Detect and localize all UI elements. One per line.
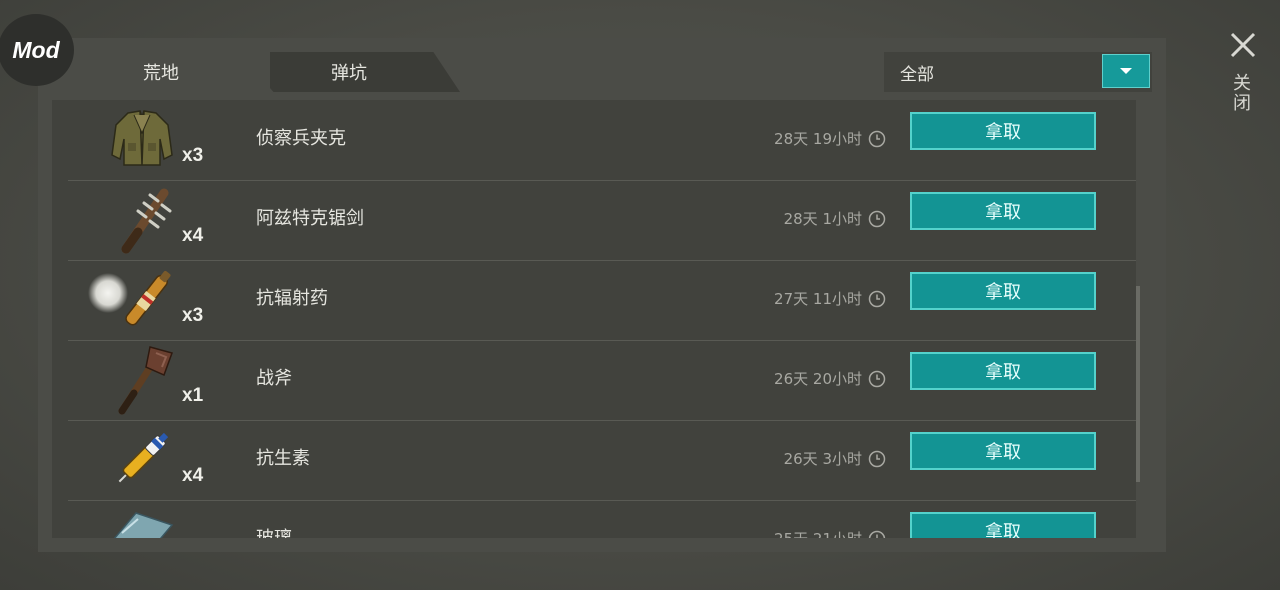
list-item: 玻璃 25天 21小时 拿取 [68,500,1136,538]
take-button[interactable]: 拿取 [910,512,1096,538]
list-item: x3 抗辐射药 27天 11小时 拿取 [68,260,1136,341]
item-quantity: x3 [182,145,204,166]
spiked-club-icon [121,188,172,254]
chevron-down-icon [1120,68,1132,74]
time-remaining: 28天 1小时 [783,210,862,228]
item-time: 25天 21小时 [774,528,886,538]
item-time: 28天 19小时 [774,128,886,149]
time-remaining: 28天 19小时 [774,130,862,148]
item-time: 26天 3小时 [784,448,886,469]
glass-icon [113,512,174,538]
time-remaining: 25天 21小时 [774,528,862,538]
list-item: x4 抗生素 26天 3小时 拿取 [68,420,1136,501]
item-list[interactable]: x3 侦察兵夹克 28天 19小时 拿取 x4 阿兹特克锯剑 28天 1小时 拿… [52,100,1136,538]
syringe-icon [118,432,169,483]
tab-wasteland[interactable]: 荒地 [52,52,270,92]
list-item: x3 侦察兵夹克 28天 19小时 拿取 [68,100,1136,181]
take-button[interactable]: 拿取 [910,272,1096,310]
clock-icon [868,130,886,147]
item-name: 战斧 [256,368,292,389]
clock-icon [868,210,886,227]
item-quantity: x4 [182,465,204,486]
take-button[interactable]: 拿取 [910,352,1096,390]
item-time: 27天 11小时 [774,288,886,309]
list-item: x1 战斧 26天 20小时 拿取 [68,340,1136,421]
item-quantity: x4 [182,225,204,246]
clock-icon [868,370,886,387]
jacket-icon [111,110,173,166]
item-name: 阿兹特克锯剑 [256,208,364,229]
dropdown-toggle-button[interactable] [1102,54,1150,88]
item-time: 26天 20小时 [774,368,886,389]
item-quantity: x1 [182,385,204,406]
tab-crater[interactable]: 弹坑 [238,52,460,92]
mod-badge[interactable]: Mod [0,14,74,86]
item-name: 抗辐射药 [256,288,328,309]
take-button[interactable]: 拿取 [910,112,1096,150]
time-remaining: 26天 20小时 [774,370,862,388]
clock-icon [868,290,886,307]
list-item: x4 阿兹特克锯剑 28天 1小时 拿取 [68,180,1136,261]
list-scrollbar[interactable] [1136,286,1140,482]
take-button[interactable]: 拿取 [910,192,1096,230]
time-remaining: 27天 11小时 [774,290,862,308]
close-icon [1230,32,1256,58]
item-name: 抗生素 [256,448,310,469]
clock-icon [868,530,886,538]
item-name: 侦察兵夹克 [256,128,346,149]
close-label: 关闭 [1233,73,1251,114]
filter-dropdown[interactable]: 全部 [884,52,1152,92]
clock-icon [868,450,886,467]
take-button[interactable]: 拿取 [910,432,1096,470]
storage-panel: 弹坑 荒地 全部 x3 侦察兵夹克 28天 19小时 拿取 x4 阿兹特克锯剑 … [38,38,1166,552]
location-tabs: 弹坑 荒地 [38,52,498,92]
item-quantity: x3 [182,305,204,326]
time-remaining: 26天 3小时 [783,450,862,468]
vial-icon [88,270,171,326]
axe-icon [118,346,173,415]
item-name: 玻璃 [256,524,292,538]
item-time: 28天 1小时 [784,208,886,229]
